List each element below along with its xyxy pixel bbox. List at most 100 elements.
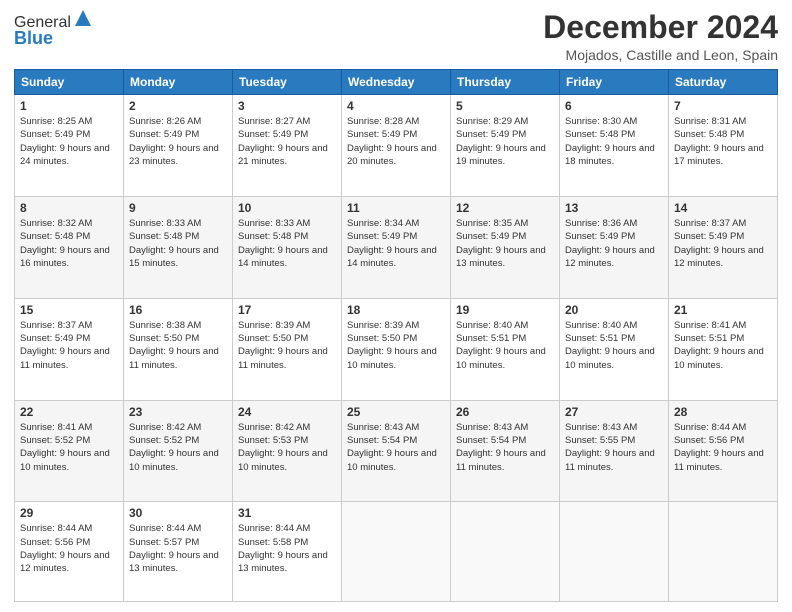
calendar-day-cell: 8Sunrise: 8:32 AMSunset: 5:48 PMDaylight…	[15, 197, 124, 299]
day-number: 19	[456, 303, 554, 317]
calendar-day-cell: 5 Sunrise: 8:29 AMSunset: 5:49 PMDaylight…	[451, 95, 560, 197]
calendar-day-cell: 24Sunrise: 8:42 AMSunset: 5:53 PMDayligh…	[233, 400, 342, 502]
calendar-day-cell: 16 Sunrise: 8:38 AMSunset: 5:50 PMDayligh…	[124, 298, 233, 400]
calendar-day-cell: 21 Sunrise: 8:41 AMSunset: 5:51 PMDayligh…	[669, 298, 778, 400]
day-info: Sunrise: 8:37 AMSunset: 5:49 PMDaylight:…	[674, 217, 772, 270]
day-info: Sunrise: 8:43 AMSunset: 5:54 PMDaylight:…	[347, 421, 445, 474]
day-number: 18	[347, 303, 445, 317]
day-info: Sunrise: 8:44 AMSunset: 5:56 PMDaylight:…	[674, 421, 772, 474]
location: Mojados, Castille and Leon, Spain	[543, 47, 778, 63]
day-number: 16	[129, 303, 227, 317]
day-number: 24	[238, 405, 336, 419]
day-info: Sunrise: 8:28 AMSunset: 5:49 PMDaylight:…	[347, 115, 445, 168]
day-info: Sunrise: 8:27 AMSunset: 5:49 PMDaylight:…	[238, 115, 336, 168]
calendar-day-header: Wednesday	[342, 70, 451, 95]
calendar-day-cell: 3 Sunrise: 8:27 AMSunset: 5:49 PMDaylight…	[233, 95, 342, 197]
day-number: 27	[565, 405, 663, 419]
calendar-day-cell: 9 Sunrise: 8:33 AMSunset: 5:48 PMDaylight…	[124, 197, 233, 299]
day-info: Sunrise: 8:41 AMSunset: 5:52 PMDaylight:…	[20, 421, 118, 474]
day-number: 4	[347, 99, 445, 113]
calendar-day-cell: 29Sunrise: 8:44 AMSunset: 5:56 PMDayligh…	[15, 502, 124, 602]
logo: General Blue	[14, 14, 93, 49]
calendar-day-header: Thursday	[451, 70, 560, 95]
calendar-week-row: 29Sunrise: 8:44 AMSunset: 5:56 PMDayligh…	[15, 502, 778, 602]
day-info: Sunrise: 8:44 AMSunset: 5:58 PMDaylight:…	[238, 522, 336, 575]
calendar-day-cell: 6 Sunrise: 8:30 AMSunset: 5:48 PMDaylight…	[560, 95, 669, 197]
day-number: 22	[20, 405, 118, 419]
day-info: Sunrise: 8:29 AMSunset: 5:49 PMDaylight:…	[456, 115, 554, 168]
calendar-day-cell: 31 Sunrise: 8:44 AMSunset: 5:58 PMDayligh…	[233, 502, 342, 602]
calendar-week-row: 22 Sunrise: 8:41 AMSunset: 5:52 PMDayligh…	[15, 400, 778, 502]
calendar-day-cell: 12 Sunrise: 8:35 AMSunset: 5:49 PMDayligh…	[451, 197, 560, 299]
calendar-table: SundayMondayTuesdayWednesdayThursdayFrid…	[14, 69, 778, 602]
calendar-day-cell: 4 Sunrise: 8:28 AMSunset: 5:49 PMDaylight…	[342, 95, 451, 197]
calendar-day-cell: 26Sunrise: 8:43 AMSunset: 5:54 PMDayligh…	[451, 400, 560, 502]
day-info: Sunrise: 8:36 AMSunset: 5:49 PMDaylight:…	[565, 217, 663, 270]
calendar-week-row: 8Sunrise: 8:32 AMSunset: 5:48 PMDaylight…	[15, 197, 778, 299]
day-info: Sunrise: 8:35 AMSunset: 5:49 PMDaylight:…	[456, 217, 554, 270]
header: General Blue December 2024 Mojados, Cast…	[14, 10, 778, 63]
calendar-day-cell: 28 Sunrise: 8:44 AMSunset: 5:56 PMDayligh…	[669, 400, 778, 502]
day-number: 12	[456, 201, 554, 215]
calendar-day-cell: 1Sunrise: 8:25 AMSunset: 5:49 PMDaylight…	[15, 95, 124, 197]
day-info: Sunrise: 8:31 AMSunset: 5:48 PMDaylight:…	[674, 115, 772, 168]
day-number: 17	[238, 303, 336, 317]
day-info: Sunrise: 8:37 AMSunset: 5:49 PMDaylight:…	[20, 319, 118, 372]
day-number: 31	[238, 506, 336, 520]
day-info: Sunrise: 8:43 AMSunset: 5:54 PMDaylight:…	[456, 421, 554, 474]
day-info: Sunrise: 8:30 AMSunset: 5:48 PMDaylight:…	[565, 115, 663, 168]
day-info: Sunrise: 8:38 AMSunset: 5:50 PMDaylight:…	[129, 319, 227, 372]
day-number: 21	[674, 303, 772, 317]
day-number: 28	[674, 405, 772, 419]
calendar-day-cell: 30Sunrise: 8:44 AMSunset: 5:57 PMDayligh…	[124, 502, 233, 602]
day-number: 29	[20, 506, 118, 520]
day-number: 7	[674, 99, 772, 113]
day-number: 2	[129, 99, 227, 113]
day-number: 6	[565, 99, 663, 113]
calendar-day-cell: 27 Sunrise: 8:43 AMSunset: 5:55 PMDayligh…	[560, 400, 669, 502]
calendar-day-cell: 7 Sunrise: 8:31 AMSunset: 5:48 PMDaylight…	[669, 95, 778, 197]
day-number: 23	[129, 405, 227, 419]
day-info: Sunrise: 8:34 AMSunset: 5:49 PMDaylight:…	[347, 217, 445, 270]
day-info: Sunrise: 8:33 AMSunset: 5:48 PMDaylight:…	[129, 217, 227, 270]
calendar-week-row: 15 Sunrise: 8:37 AMSunset: 5:49 PMDayligh…	[15, 298, 778, 400]
calendar-day-cell: 20Sunrise: 8:40 AMSunset: 5:51 PMDayligh…	[560, 298, 669, 400]
day-info: Sunrise: 8:43 AMSunset: 5:55 PMDaylight:…	[565, 421, 663, 474]
calendar-day-cell: 2 Sunrise: 8:26 AMSunset: 5:49 PMDaylight…	[124, 95, 233, 197]
day-number: 15	[20, 303, 118, 317]
page: General Blue December 2024 Mojados, Cast…	[0, 0, 792, 612]
calendar-day-cell: 17 Sunrise: 8:39 AMSunset: 5:50 PMDayligh…	[233, 298, 342, 400]
calendar-day-cell	[451, 502, 560, 602]
day-number: 10	[238, 201, 336, 215]
day-info: Sunrise: 8:26 AMSunset: 5:49 PMDaylight:…	[129, 115, 227, 168]
calendar-day-header: Monday	[124, 70, 233, 95]
calendar-week-row: 1Sunrise: 8:25 AMSunset: 5:49 PMDaylight…	[15, 95, 778, 197]
day-number: 11	[347, 201, 445, 215]
day-info: Sunrise: 8:32 AMSunset: 5:48 PMDaylight:…	[20, 217, 118, 270]
day-number: 9	[129, 201, 227, 215]
calendar-header-row: SundayMondayTuesdayWednesdayThursdayFrid…	[15, 70, 778, 95]
calendar-day-header: Sunday	[15, 70, 124, 95]
calendar-day-cell: 10 Sunrise: 8:33 AMSunset: 5:48 PMDayligh…	[233, 197, 342, 299]
day-number: 20	[565, 303, 663, 317]
day-info: Sunrise: 8:39 AMSunset: 5:50 PMDaylight:…	[238, 319, 336, 372]
day-info: Sunrise: 8:40 AMSunset: 5:51 PMDaylight:…	[456, 319, 554, 372]
calendar-day-cell	[560, 502, 669, 602]
calendar-day-cell: 15 Sunrise: 8:37 AMSunset: 5:49 PMDayligh…	[15, 298, 124, 400]
day-number: 14	[674, 201, 772, 215]
day-info: Sunrise: 8:41 AMSunset: 5:51 PMDaylight:…	[674, 319, 772, 372]
calendar-day-cell: 13 Sunrise: 8:36 AMSunset: 5:49 PMDayligh…	[560, 197, 669, 299]
calendar-day-header: Friday	[560, 70, 669, 95]
day-info: Sunrise: 8:39 AMSunset: 5:50 PMDaylight:…	[347, 319, 445, 372]
calendar-day-cell: 25Sunrise: 8:43 AMSunset: 5:54 PMDayligh…	[342, 400, 451, 502]
calendar-day-cell: 11 Sunrise: 8:34 AMSunset: 5:49 PMDayligh…	[342, 197, 451, 299]
day-number: 13	[565, 201, 663, 215]
day-number: 5	[456, 99, 554, 113]
day-info: Sunrise: 8:42 AMSunset: 5:52 PMDaylight:…	[129, 421, 227, 474]
day-number: 3	[238, 99, 336, 113]
calendar-day-cell: 14 Sunrise: 8:37 AMSunset: 5:49 PMDayligh…	[669, 197, 778, 299]
day-info: Sunrise: 8:33 AMSunset: 5:48 PMDaylight:…	[238, 217, 336, 270]
day-number: 1	[20, 99, 118, 113]
calendar-day-header: Saturday	[669, 70, 778, 95]
calendar-day-cell	[342, 502, 451, 602]
